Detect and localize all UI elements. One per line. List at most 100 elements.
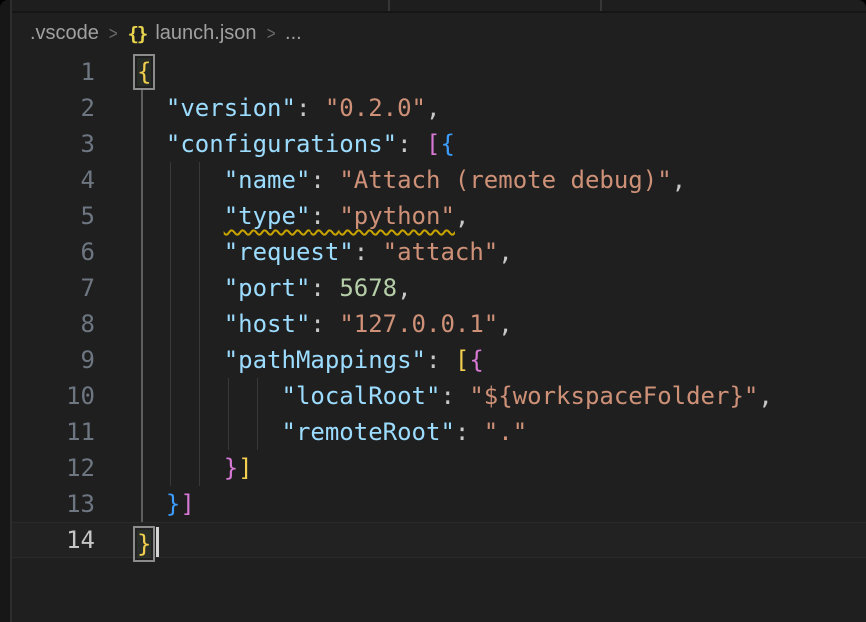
line-number[interactable]: 8	[12, 306, 137, 342]
token-punct: ,	[455, 202, 469, 230]
indent-guide	[141, 162, 143, 198]
indent-guide	[141, 342, 143, 378]
line-number[interactable]: 7	[12, 270, 137, 306]
indent-guide	[199, 270, 201, 306]
warning-squiggle: "type": "python"	[224, 202, 455, 230]
token-ws	[137, 274, 224, 302]
code-content: "version": "0.2.0",	[137, 90, 866, 126]
editor[interactable]: 1{2 "version": "0.2.0",3 "configurations…	[12, 54, 866, 558]
code-line[interactable]: 5 "type": "python",	[12, 198, 866, 234]
indent-guide	[141, 270, 143, 306]
matched-bracket: }	[137, 530, 151, 558]
token-punct: ,	[498, 238, 512, 266]
line-number[interactable]: 11	[12, 414, 137, 450]
token-punct: ,	[426, 94, 440, 122]
token-punct: :	[440, 382, 469, 410]
editor-group: .vscode > {} launch.json > ... 1{2 "vers…	[12, 0, 866, 622]
indent-guide	[141, 450, 143, 486]
token-str: "${workspaceFolder}"	[469, 382, 758, 410]
indent-guide	[170, 162, 172, 198]
indent-guide	[199, 162, 201, 198]
breadcrumb: .vscode > {} launch.json > ...	[12, 13, 866, 54]
code-line[interactable]: 10 "localRoot": "${workspaceFolder}",	[12, 378, 866, 414]
code-line[interactable]: 11 "remoteRoot": "."	[12, 414, 866, 450]
token-punct: :	[310, 166, 339, 194]
indent-guide	[257, 378, 259, 414]
code-line[interactable]: 3 "configurations": [{	[12, 126, 866, 162]
line-number[interactable]: 4	[12, 162, 137, 198]
token-num: 5678	[339, 274, 397, 302]
indent-guide	[141, 378, 143, 414]
line-number[interactable]: 3	[12, 126, 137, 162]
code-content: }]	[137, 450, 866, 486]
token-b3: {	[440, 130, 454, 158]
token-b1: [	[455, 346, 469, 374]
indent-guide	[199, 306, 201, 342]
line-number[interactable]: 6	[12, 234, 137, 270]
token-punct: ,	[397, 274, 411, 302]
line-number[interactable]: 1	[12, 54, 137, 90]
token-b2: ]	[180, 490, 194, 518]
line-number[interactable]: 5	[12, 198, 137, 234]
token-b2: [	[426, 130, 440, 158]
code-content: "localRoot": "${workspaceFolder}",	[137, 378, 866, 414]
tab-bar-strip	[12, 0, 866, 13]
breadcrumb-symbol-picker[interactable]: ...	[285, 22, 302, 45]
token-ws	[137, 346, 224, 374]
line-number[interactable]: 2	[12, 90, 137, 126]
breadcrumb-file[interactable]: launch.json	[155, 22, 256, 45]
token-key: "version"	[166, 94, 296, 122]
token-b2: }	[224, 454, 238, 482]
line-number[interactable]: 14	[12, 522, 137, 558]
code-content: "port": 5678,	[137, 270, 866, 306]
code-line[interactable]: 12 }]	[12, 450, 866, 486]
token-punct: :	[296, 94, 325, 122]
token-key: "name"	[224, 166, 311, 194]
indent-guide	[199, 234, 201, 270]
breadcrumb-folder[interactable]: .vscode	[30, 22, 99, 45]
indent-guide	[199, 198, 201, 234]
token-punct: :	[426, 346, 455, 374]
code-line[interactable]: 6 "request": "attach",	[12, 234, 866, 270]
token-str: "0.2.0"	[325, 94, 426, 122]
line-number[interactable]: 10	[12, 378, 137, 414]
code-line[interactable]: 1{	[12, 54, 866, 90]
indent-guide	[228, 414, 230, 450]
token-str: "."	[484, 418, 527, 446]
token-punct: :	[455, 418, 484, 446]
code-line[interactable]: 9 "pathMappings": [{	[12, 342, 866, 378]
token-punct: :	[310, 310, 339, 338]
indent-guide	[257, 414, 259, 450]
token-punct: ,	[672, 166, 686, 194]
token-key: "host"	[224, 310, 311, 338]
code-line[interactable]: 4 "name": "Attach (remote debug)",	[12, 162, 866, 198]
code-content: "request": "attach",	[137, 234, 866, 270]
line-number[interactable]: 9	[12, 342, 137, 378]
code-line[interactable]: 8 "host": "127.0.0.1",	[12, 306, 866, 342]
vscode-window: .vscode > {} launch.json > ... 1{2 "vers…	[0, 0, 866, 622]
indent-guide	[141, 486, 143, 522]
editor-lines: 1{2 "version": "0.2.0",3 "configurations…	[12, 54, 866, 558]
token-key: "configurations"	[166, 130, 397, 158]
token-ws	[137, 382, 282, 410]
token-punct: :	[397, 130, 426, 158]
indent-guide	[170, 270, 172, 306]
code-content: "configurations": [{	[137, 126, 866, 162]
line-number[interactable]: 12	[12, 450, 137, 486]
token-ws	[137, 238, 224, 266]
line-number[interactable]: 13	[12, 486, 137, 522]
code-content: "pathMappings": [{	[137, 342, 866, 378]
code-line[interactable]: 13 }]	[12, 486, 866, 522]
code-line[interactable]: 14}	[12, 522, 866, 558]
token-key: "port"	[224, 274, 311, 302]
code-content: }]	[137, 486, 866, 522]
code-line[interactable]: 7 "port": 5678,	[12, 270, 866, 306]
indent-guide	[199, 450, 201, 486]
token-ws	[137, 202, 224, 230]
token-key: "type"	[224, 202, 311, 230]
token-b1: ]	[238, 454, 252, 482]
token-punct: ,	[498, 310, 512, 338]
code-line[interactable]: 2 "version": "0.2.0",	[12, 90, 866, 126]
code-content: "type": "python",	[137, 198, 866, 234]
token-str: "attach"	[383, 238, 499, 266]
